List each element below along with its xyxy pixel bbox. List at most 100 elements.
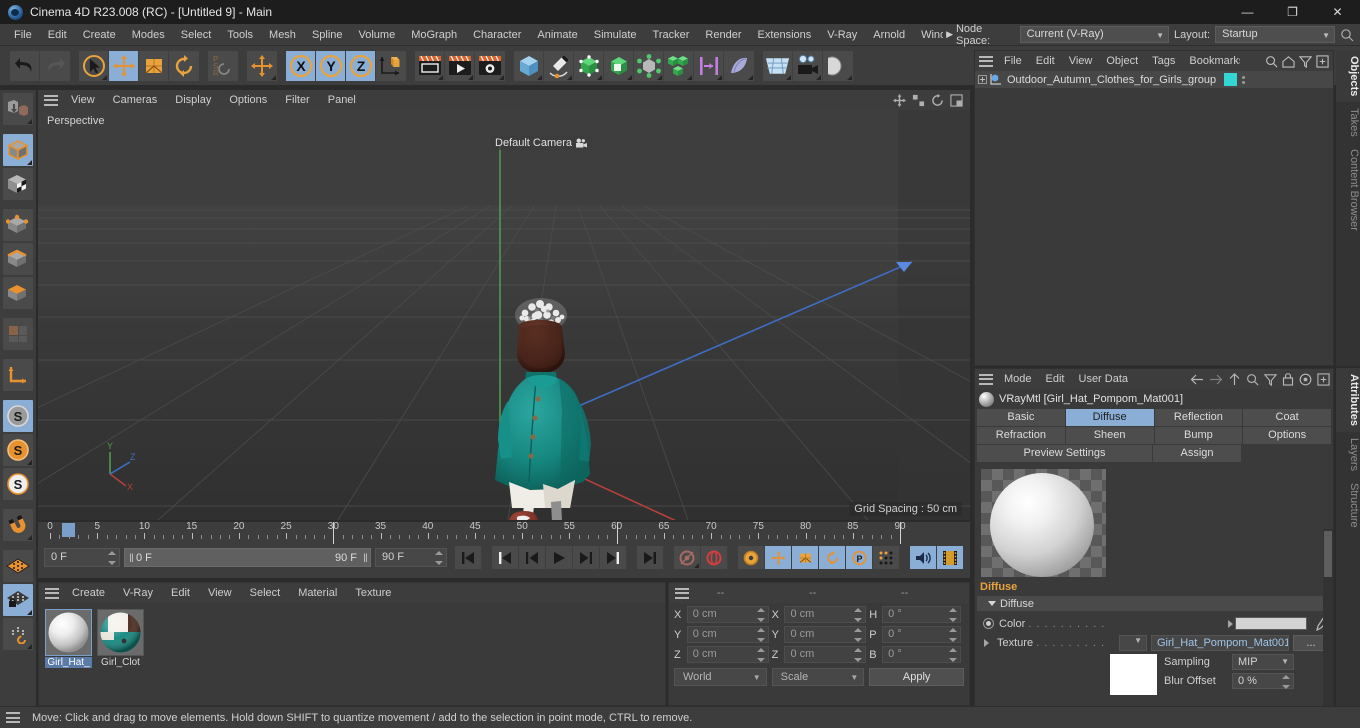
planar-workplane-button[interactable] bbox=[3, 618, 33, 650]
autokeying-button[interactable] bbox=[701, 546, 728, 569]
spinner-icon[interactable] bbox=[948, 648, 957, 662]
attributes-menu-mode[interactable]: Mode bbox=[997, 369, 1039, 389]
point-mode-button[interactable] bbox=[3, 209, 33, 241]
viewport-menu-display[interactable]: Display bbox=[166, 90, 220, 110]
viewport-menu-cameras[interactable]: Cameras bbox=[104, 90, 167, 110]
tab-bump[interactable]: Bump bbox=[1154, 427, 1243, 444]
menu-simulate[interactable]: Simulate bbox=[586, 24, 645, 46]
menu-edit[interactable]: Edit bbox=[40, 24, 75, 46]
menu-animate[interactable]: Animate bbox=[529, 24, 585, 46]
apply-button[interactable]: Apply bbox=[869, 668, 964, 686]
add-cube-button[interactable] bbox=[514, 50, 544, 81]
material-menu-icon[interactable] bbox=[45, 587, 59, 599]
material-tag-icon[interactable] bbox=[1224, 73, 1238, 86]
render-settings-button[interactable] bbox=[475, 50, 505, 81]
viewport-menu-view[interactable]: View bbox=[62, 90, 104, 110]
material-preview-box[interactable] bbox=[981, 469, 1106, 577]
spinner-icon[interactable] bbox=[756, 608, 765, 622]
current-frame-field[interactable]: 0 F bbox=[44, 548, 120, 567]
add-icon[interactable] bbox=[1317, 372, 1330, 386]
max-frame-spinner[interactable] bbox=[435, 551, 443, 565]
camera-button[interactable] bbox=[793, 50, 823, 81]
go-to-start-button[interactable] bbox=[455, 546, 482, 569]
menu-file[interactable]: File bbox=[6, 24, 40, 46]
mograph-button[interactable] bbox=[664, 50, 694, 81]
tab-coat[interactable]: Coat bbox=[1243, 409, 1331, 426]
spinner-icon[interactable] bbox=[948, 608, 957, 622]
maximize-button[interactable]: ❐ bbox=[1270, 0, 1315, 24]
scale-key-button[interactable] bbox=[792, 546, 819, 569]
search-icon[interactable] bbox=[1340, 28, 1354, 42]
coord-size-z-field[interactable]: 0 cm bbox=[784, 646, 867, 663]
search-icon[interactable] bbox=[1246, 373, 1259, 386]
object-menu-bookmarks[interactable]: Bookmarks bbox=[1182, 51, 1240, 71]
range-left-grip[interactable]: ‖ bbox=[129, 551, 134, 565]
make-editable-button[interactable] bbox=[3, 93, 33, 125]
menu-vray[interactable]: V-Ray bbox=[819, 24, 865, 46]
diffuse-group-bar[interactable]: Diffuse bbox=[977, 596, 1331, 611]
scene-object-button[interactable] bbox=[604, 50, 634, 81]
move-axis-button[interactable] bbox=[247, 50, 277, 81]
menu-arnold[interactable]: Arnold bbox=[865, 24, 913, 46]
coord-pos-z-field[interactable]: 0 cm bbox=[686, 646, 769, 663]
y-axis-button[interactable]: Y bbox=[316, 50, 346, 81]
material-swatch[interactable] bbox=[45, 609, 92, 656]
menu-spline[interactable]: Spline bbox=[304, 24, 351, 46]
object-menu-file[interactable]: File bbox=[997, 51, 1029, 71]
environment-button[interactable] bbox=[763, 50, 793, 81]
sound-button[interactable] bbox=[910, 546, 937, 569]
axis-mode-button[interactable] bbox=[3, 359, 33, 391]
material-swatch[interactable] bbox=[97, 609, 144, 656]
uv-mode-button[interactable] bbox=[3, 318, 33, 350]
menu-mograph[interactable]: MoGraph bbox=[403, 24, 465, 46]
spinner-icon[interactable] bbox=[854, 608, 863, 622]
lock-workplane-button[interactable] bbox=[3, 584, 33, 616]
sampling-select[interactable]: MIP ▼ bbox=[1232, 654, 1294, 670]
coord-rot-h-field[interactable]: 0 ° bbox=[882, 606, 961, 623]
go-to-next-key-button[interactable] bbox=[600, 546, 627, 569]
play-button[interactable] bbox=[546, 546, 573, 569]
vtab-layers[interactable]: Layers bbox=[1336, 432, 1360, 477]
viewport-move-icon[interactable] bbox=[893, 93, 906, 107]
viewport-menu-options[interactable]: Options bbox=[220, 90, 276, 110]
menu-create[interactable]: Create bbox=[75, 24, 124, 46]
attributes-scrollbar-thumb[interactable] bbox=[1324, 531, 1332, 577]
target-icon[interactable] bbox=[1299, 373, 1312, 386]
go-to-next-frame-button[interactable] bbox=[573, 546, 600, 569]
go-to-previous-key-button[interactable] bbox=[492, 546, 519, 569]
menu-render[interactable]: Render bbox=[697, 24, 749, 46]
filter-icon[interactable] bbox=[1264, 373, 1277, 386]
move-button[interactable] bbox=[109, 50, 139, 81]
object-tree[interactable]: Outdoor_Autumn_Clothes_for_Girls_group bbox=[975, 71, 1333, 347]
back-arrow-icon[interactable] bbox=[1190, 373, 1204, 386]
attributes-menu-user-data[interactable]: User Data bbox=[1072, 369, 1136, 389]
texture-dropdown[interactable]: ▼ bbox=[1119, 635, 1147, 651]
blur-offset-field[interactable]: 0 % bbox=[1232, 673, 1294, 689]
position-key-button[interactable] bbox=[765, 546, 792, 569]
viewport-canvas[interactable]: Perspective Default Camera Grid Spacing … bbox=[38, 110, 970, 520]
film-button[interactable] bbox=[937, 546, 964, 569]
status-menu-icon[interactable] bbox=[6, 712, 20, 723]
timeline-ruler[interactable]: 051015202530354045505560657075808590 bbox=[47, 521, 906, 544]
coord-pos-y-field[interactable]: 0 cm bbox=[686, 626, 769, 643]
viewport-menu-filter[interactable]: Filter bbox=[276, 90, 318, 110]
tab-preview-settings[interactable]: Preview Settings bbox=[977, 445, 1152, 462]
color-radio[interactable] bbox=[983, 618, 994, 629]
minimize-button[interactable]: — bbox=[1225, 0, 1270, 24]
chevron-right-icon[interactable] bbox=[984, 639, 989, 647]
material-menu-create[interactable]: Create bbox=[63, 583, 114, 603]
render-to-picture-button[interactable] bbox=[445, 50, 475, 81]
attributes-menu-edit[interactable]: Edit bbox=[1039, 369, 1072, 389]
node-space-select[interactable]: Current (V-Ray) ▼ bbox=[1019, 26, 1170, 43]
coordinate-system-select[interactable]: World ▼ bbox=[674, 668, 767, 686]
object-row[interactable]: Outdoor_Autumn_Clothes_for_Girls_group bbox=[975, 71, 1333, 89]
material-item[interactable]: Girl_Clot bbox=[97, 609, 144, 668]
material-menu-edit[interactable]: Edit bbox=[162, 583, 199, 603]
tab-basic[interactable]: Basic bbox=[977, 409, 1065, 426]
psr-button[interactable]: P S R bbox=[208, 50, 238, 81]
coordinate-mode-select[interactable]: Scale ▼ bbox=[771, 668, 865, 686]
simulate-button[interactable] bbox=[724, 50, 754, 81]
viewport-scale-icon[interactable] bbox=[912, 94, 925, 107]
menu-select[interactable]: Select bbox=[173, 24, 220, 46]
attributes-scrollbar[interactable] bbox=[1323, 529, 1333, 724]
